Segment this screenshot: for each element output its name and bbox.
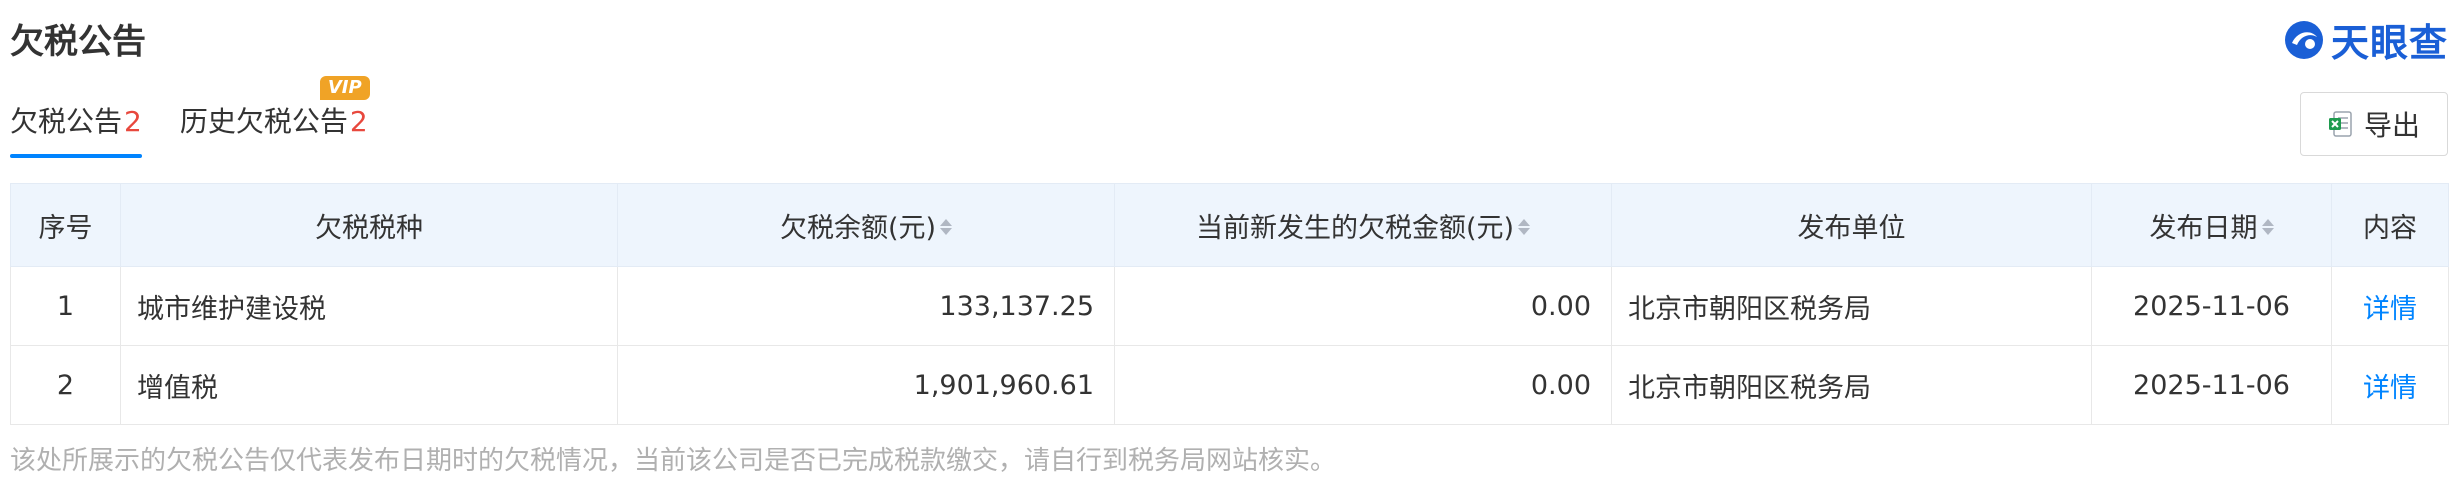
cell-new-amount: 0.00 <box>1114 345 1612 425</box>
cell-action: 详情 <box>2331 266 2449 346</box>
sort-icon[interactable] <box>940 219 953 235</box>
cell-date: 2025-11-06 <box>2091 266 2332 346</box>
cell-balance: 1,901,960.61 <box>617 345 1115 425</box>
export-label: 导出 <box>2363 109 2420 142</box>
col-header-label: 当前新发生的欠税金额(元) <box>1195 212 1515 244</box>
col-header-index: 序号 <box>10 183 121 267</box>
col-header-issuer: 发布单位 <box>1611 183 2092 267</box>
sort-icon[interactable] <box>1518 219 1531 235</box>
table-row: 2 增值税 1,901,960.61 0.00 北京市朝阳区税务局 2025-1… <box>10 345 2449 425</box>
tax-arrears-panel: 欠税公告 天眼查 欠税公告2 历史欠税公告2 VIP 导出 序号 欠税税种 欠税… <box>0 0 2458 482</box>
cell-balance: 133,137.25 <box>617 266 1115 346</box>
cell-date: 2025-11-06 <box>2091 345 2332 425</box>
tab-label: 欠税公告 <box>10 105 123 138</box>
tax-arrears-table: 序号 欠税税种 欠税余额(元) 当前新发生的欠税金额(元) 发布单位 发布日期 … <box>10 183 2449 425</box>
table-header-row: 序号 欠税税种 欠税余额(元) 当前新发生的欠税金额(元) 发布单位 发布日期 … <box>10 183 2449 267</box>
export-button[interactable]: 导出 <box>2300 92 2448 156</box>
tab-label: 历史欠税公告 <box>179 105 348 138</box>
col-header-balance[interactable]: 欠税余额(元) <box>617 183 1115 267</box>
vip-badge: VIP <box>319 76 370 100</box>
tab-count: 2 <box>349 105 368 138</box>
col-header-content: 内容 <box>2331 183 2449 267</box>
tab-count: 2 <box>124 105 142 138</box>
cell-tax-type: 城市维护建设税 <box>120 266 618 346</box>
excel-icon <box>2328 111 2352 137</box>
cell-new-amount: 0.00 <box>1114 266 1612 346</box>
brand-name: 天眼查 <box>2330 21 2448 65</box>
tab-history-tax-arrears[interactable]: 历史欠税公告2 VIP <box>179 76 370 152</box>
tianyancha-logo-icon <box>2284 20 2323 59</box>
brand-logo: 天眼查 <box>2283 12 2448 67</box>
sort-icon[interactable] <box>2261 219 2274 235</box>
table-row: 1 城市维护建设税 133,137.25 0.00 北京市朝阳区税务局 2025… <box>10 266 2449 346</box>
cell-index: 2 <box>10 345 121 425</box>
cell-issuer: 北京市朝阳区税务局 <box>1611 266 2092 346</box>
cell-issuer: 北京市朝阳区税务局 <box>1611 345 2092 425</box>
tab-bar: 欠税公告2 历史欠税公告2 VIP <box>10 76 370 158</box>
detail-link[interactable]: 详情 <box>2363 294 2417 325</box>
col-header-date[interactable]: 发布日期 <box>2091 183 2332 267</box>
disclaimer-note: 该处所展示的欠税公告仅代表发布日期时的欠税情况，当前该公司是否已完成税款缴交，请… <box>10 446 1337 476</box>
col-header-new-amount[interactable]: 当前新发生的欠税金额(元) <box>1114 183 1612 267</box>
tab-tax-arrears[interactable]: 欠税公告2 <box>10 100 142 158</box>
col-header-label: 发布日期 <box>2149 212 2258 244</box>
section-title: 欠税公告 <box>10 22 146 62</box>
col-header-tax-type: 欠税税种 <box>120 183 618 267</box>
detail-link[interactable]: 详情 <box>2363 373 2417 404</box>
cell-action: 详情 <box>2331 345 2449 425</box>
cell-tax-type: 增值税 <box>120 345 618 425</box>
col-header-label: 欠税余额(元) <box>779 212 937 244</box>
cell-index: 1 <box>10 266 121 346</box>
